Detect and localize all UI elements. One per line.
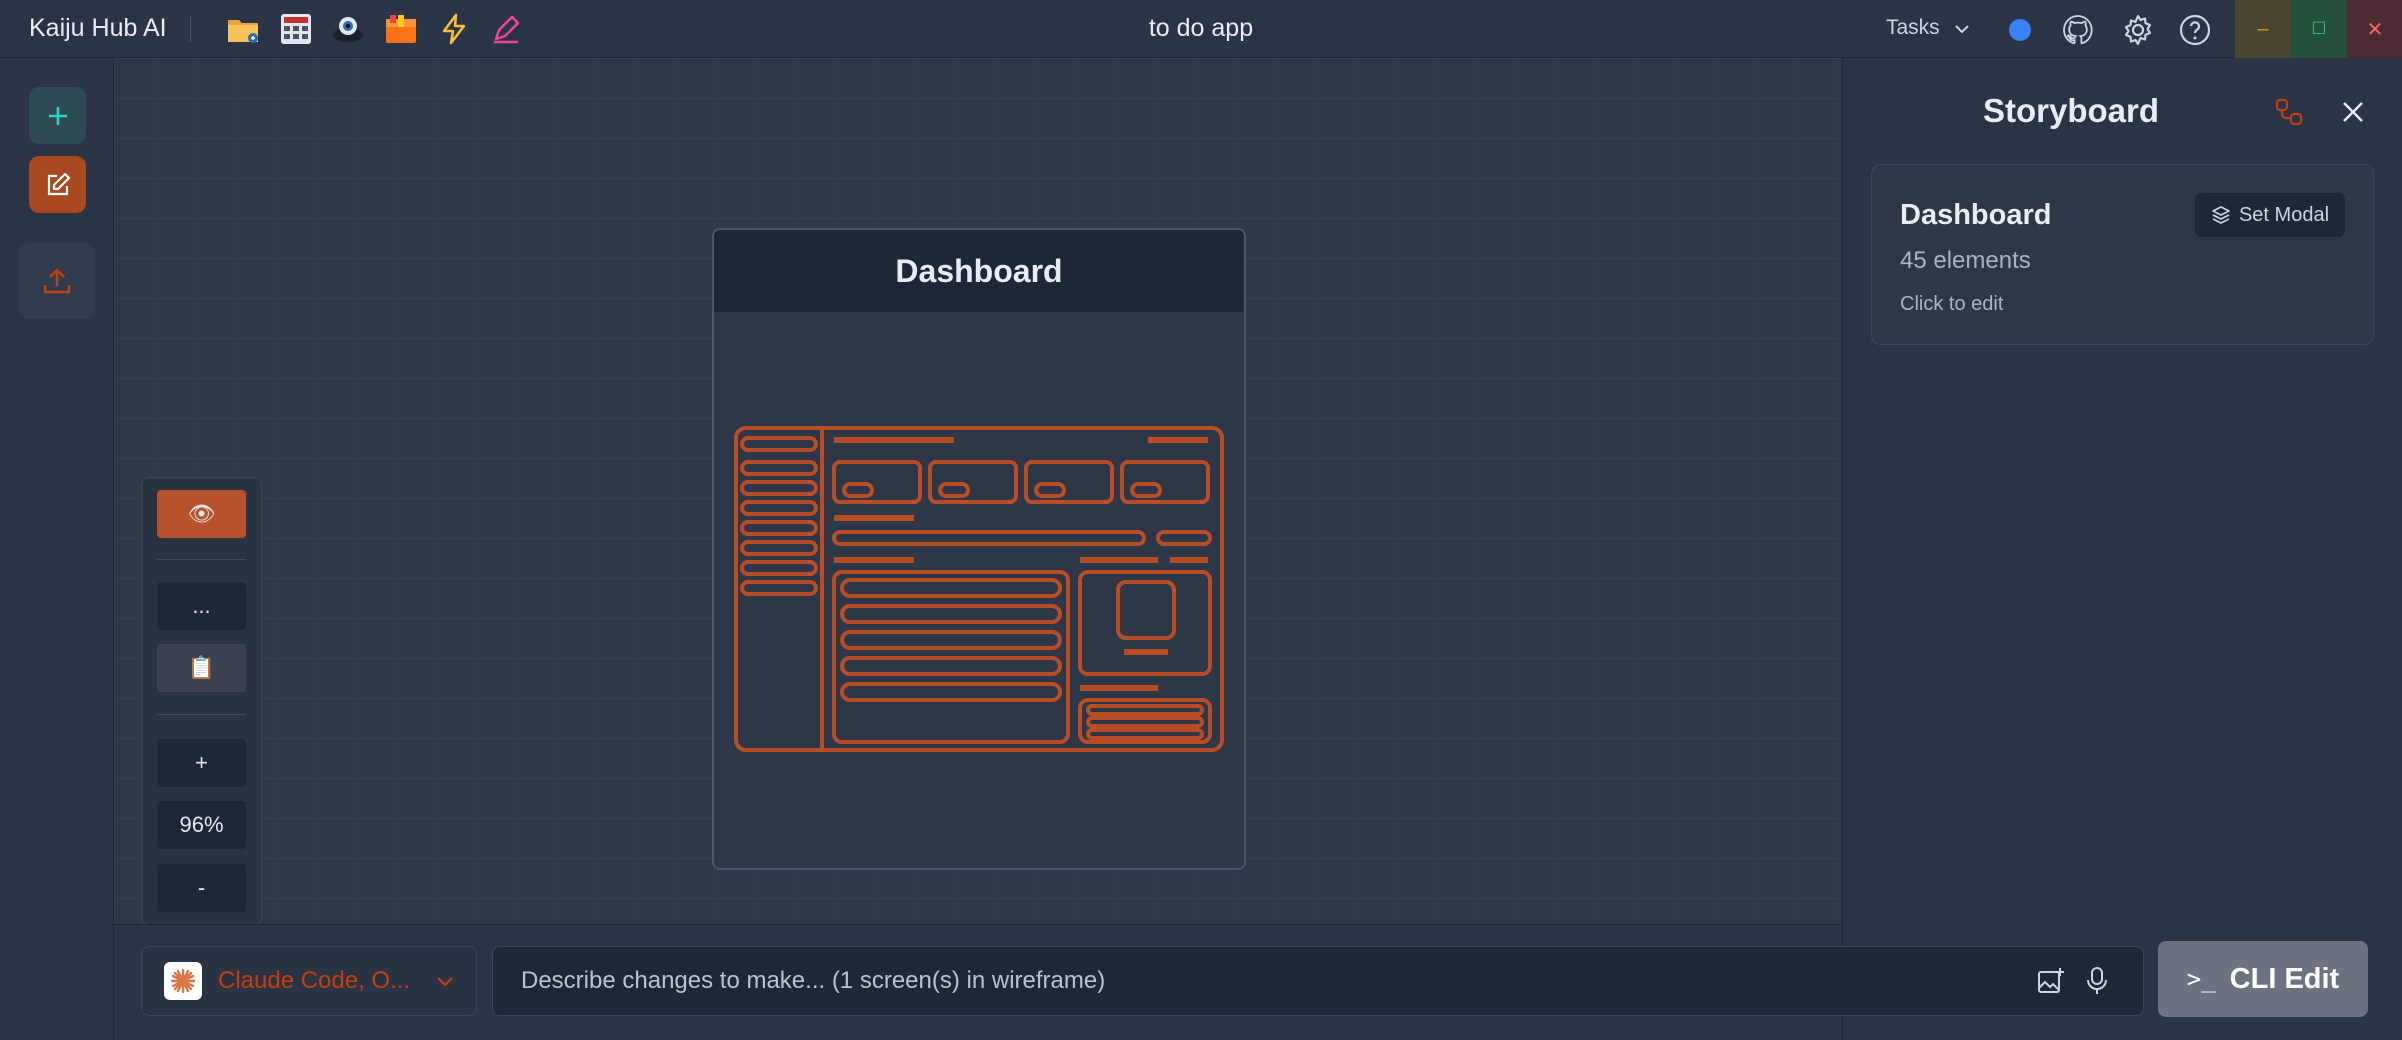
- chevron-down-icon: [1954, 16, 1970, 40]
- screen-title: Dashboard: [714, 230, 1244, 312]
- gear-icon[interactable]: [2120, 12, 2156, 48]
- preview-button[interactable]: 👁: [157, 490, 246, 538]
- canvas[interactable]: Dashboard: [114, 58, 1842, 924]
- lightning-icon[interactable]: [436, 11, 472, 47]
- tasks-dropdown[interactable]: Tasks: [1886, 16, 1970, 40]
- more-button[interactable]: ...: [157, 582, 246, 630]
- layers-icon: [2212, 206, 2230, 224]
- cli-edit-label: CLI Edit: [2229, 962, 2340, 995]
- zoom-out-button[interactable]: -: [157, 864, 246, 912]
- upload-icon: [43, 268, 71, 294]
- zoom-out-label: -: [197, 875, 206, 900]
- pen-icon[interactable]: [488, 11, 524, 47]
- status-dot-icon[interactable]: [2002, 12, 2038, 48]
- maximize-button[interactable]: ☐: [2291, 0, 2347, 58]
- model-label: Claude Code, O...: [218, 967, 411, 994]
- eye-robot-icon[interactable]: [330, 11, 366, 47]
- close-icon: ✕: [2366, 18, 2384, 41]
- flow-icon[interactable]: [2271, 94, 2307, 130]
- storyboard-card-name: Dashboard: [1900, 199, 2052, 231]
- set-modal-button[interactable]: Set Modal: [2195, 193, 2345, 237]
- storyboard-card[interactable]: Dashboard 45 elements Click to edit Set …: [1871, 164, 2374, 345]
- left-rail: [0, 58, 114, 1040]
- wireframe-thumbnail: [734, 426, 1224, 752]
- clipboard-icon: 📋: [187, 655, 216, 680]
- export-button[interactable]: [19, 243, 95, 319]
- folder-icon[interactable]: [225, 11, 261, 47]
- notes-button[interactable]: 📋: [157, 644, 246, 692]
- close-window-button[interactable]: ✕: [2347, 0, 2402, 58]
- add-screen-button[interactable]: [29, 87, 86, 144]
- zoom-in-button[interactable]: +: [157, 739, 246, 787]
- github-icon[interactable]: [2060, 12, 2096, 48]
- maximize-icon: ☐: [2311, 19, 2327, 38]
- app-name: Kaiju Hub AI: [29, 14, 167, 42]
- zoom-in-label: +: [195, 750, 208, 775]
- zoom-level: 96%: [157, 801, 246, 849]
- title-bar: Kaiju Hub AI to do app Tasks – ☐ ✕: [0, 0, 2402, 58]
- screen-card[interactable]: Dashboard: [712, 228, 1246, 870]
- storyboard-title: Storyboard: [1982, 92, 2160, 129]
- toolbar-divider: [190, 16, 191, 42]
- prompt-box: [492, 946, 2144, 1016]
- plus-icon: [48, 106, 67, 125]
- prompt-input[interactable]: [521, 947, 1961, 1015]
- close-icon[interactable]: [2335, 94, 2371, 130]
- more-label: ...: [192, 593, 211, 618]
- eye-icon: 👁: [187, 501, 216, 526]
- microphone-icon[interactable]: [2079, 963, 2115, 999]
- canvas-tools-panel: 👁 ... 📋 + 96% -: [141, 477, 262, 925]
- claude-logo-icon: [164, 962, 202, 1000]
- tools-divider: [157, 714, 246, 715]
- model-selector[interactable]: Claude Code, O...: [141, 946, 477, 1016]
- grid-app-icon[interactable]: [278, 11, 314, 47]
- minimize-button[interactable]: –: [2235, 0, 2291, 58]
- tasks-label: Tasks: [1886, 16, 1940, 39]
- add-image-icon[interactable]: [2033, 963, 2069, 999]
- set-modal-label: Set Modal: [2238, 203, 2330, 226]
- cli-edit-button[interactable]: >_ CLI Edit: [2158, 941, 2368, 1017]
- edit-icon: [47, 172, 70, 195]
- storyboard-panel: Storyboard Dashboard 45 elements Click t…: [1842, 58, 2402, 1040]
- edit-button[interactable]: [29, 156, 86, 213]
- minimize-icon: –: [2257, 17, 2269, 40]
- chevron-down-icon: [436, 967, 454, 995]
- terminal-icon: >_: [2186, 965, 2216, 993]
- tools-divider: [157, 559, 246, 560]
- help-icon[interactable]: [2177, 12, 2213, 48]
- element-count: 45 elements: [1900, 247, 2031, 274]
- click-to-edit-hint: Click to edit: [1900, 293, 2004, 315]
- package-icon[interactable]: [383, 11, 419, 47]
